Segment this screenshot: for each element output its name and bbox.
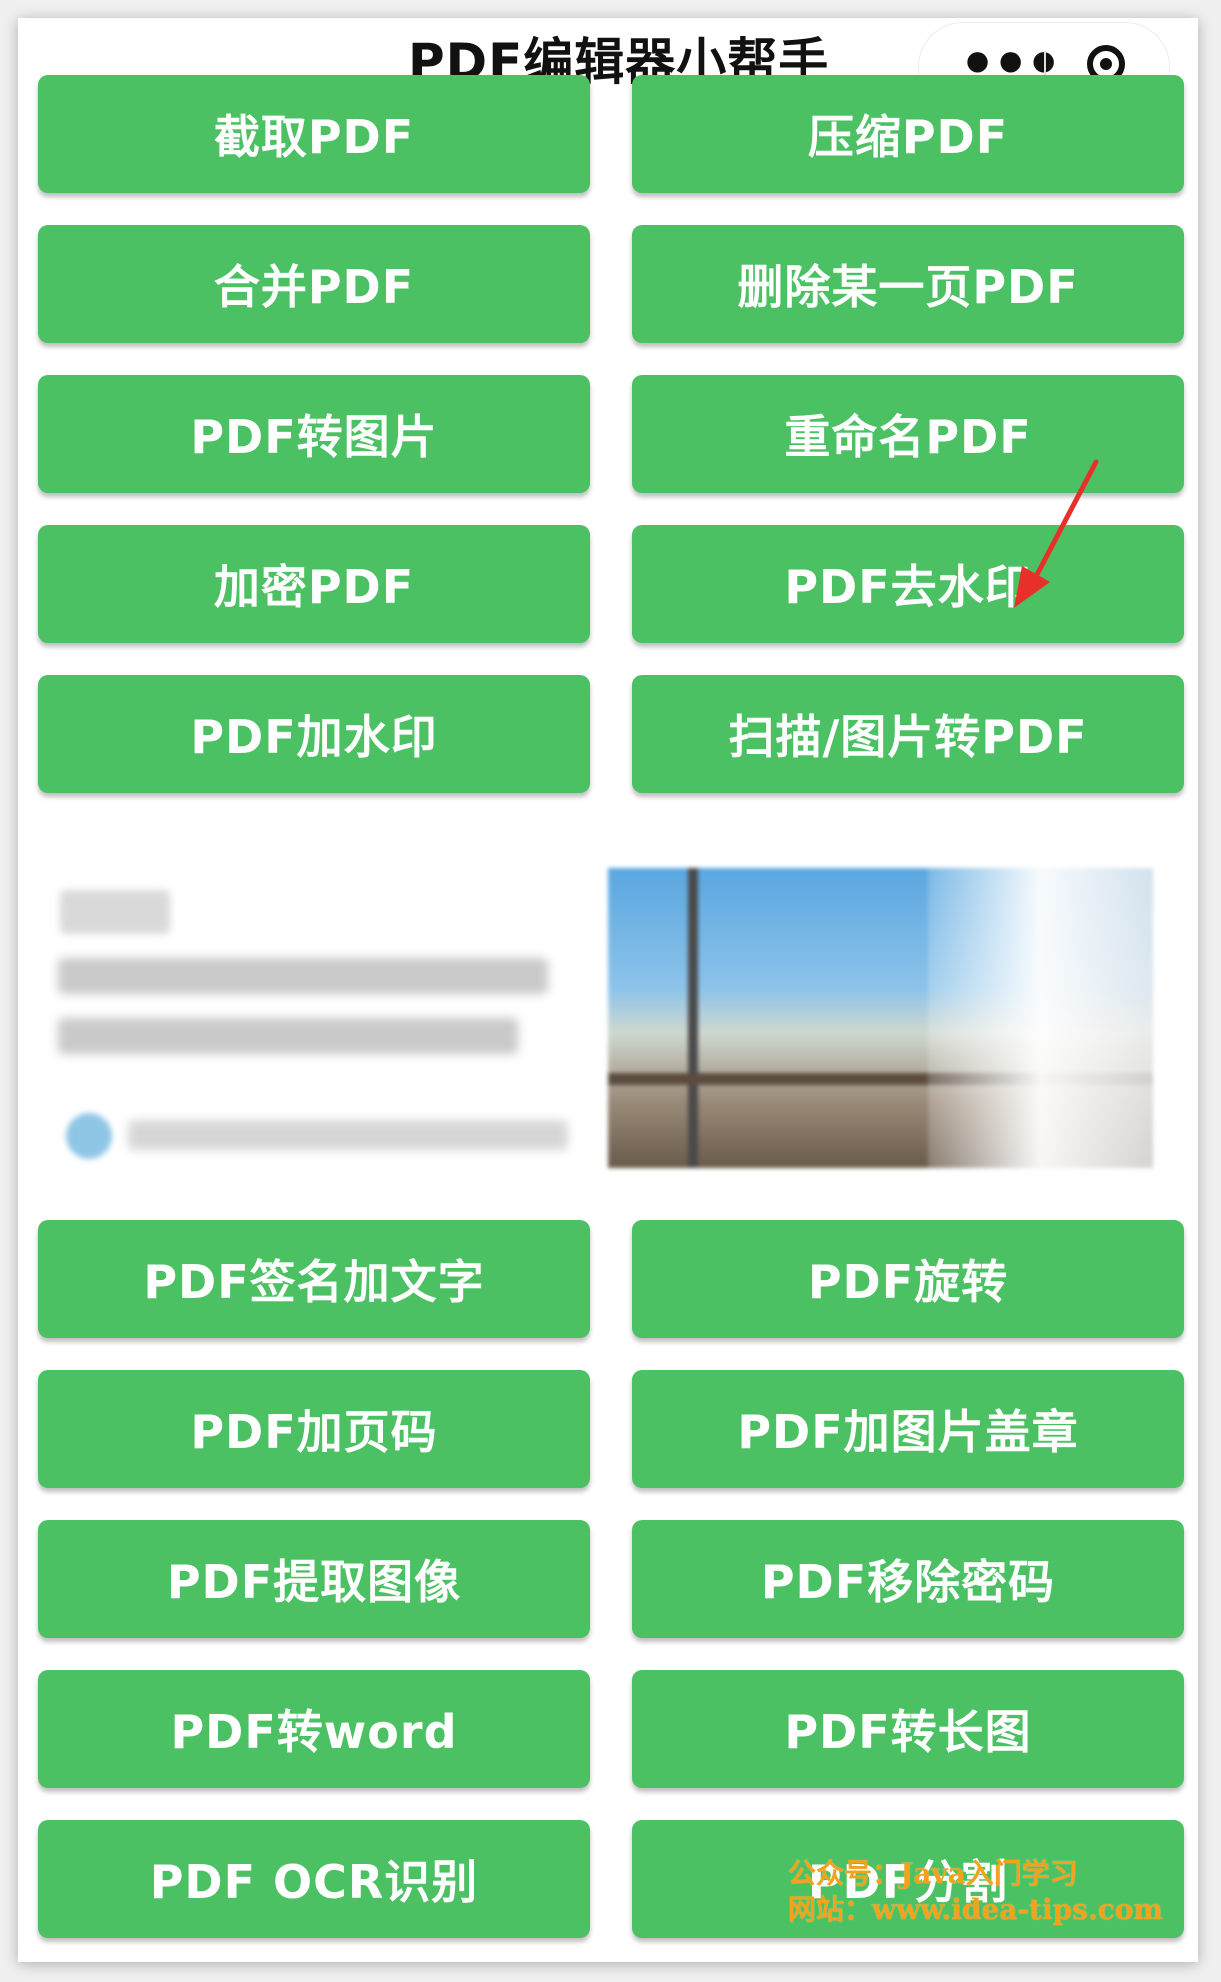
ad-avatar: [66, 1113, 112, 1159]
rotate-pdf-button[interactable]: PDF旋转: [632, 1220, 1184, 1338]
ad-text-line: [58, 958, 548, 994]
ad-image: [608, 868, 1153, 1168]
image-watermark: 公众号：Java入门学习 网站：www.idea-tips.com: [788, 1856, 1163, 1928]
red-arrow-annotation: [1014, 459, 1099, 608]
sign-text-pdf-button[interactable]: PDF签名加文字: [38, 1220, 590, 1338]
ad-text-line: [58, 1018, 518, 1054]
curtain: [928, 868, 1153, 1168]
arrow-head: [1014, 566, 1050, 608]
extract-images-button[interactable]: PDF提取图像: [38, 1520, 590, 1638]
pdf-to-word-button[interactable]: PDF转word: [38, 1670, 590, 1788]
add-stamp-button[interactable]: PDF加图片盖章: [632, 1370, 1184, 1488]
scan-to-pdf-button[interactable]: 扫描/图片转PDF: [632, 675, 1184, 793]
arrow-shaft: [1027, 459, 1099, 591]
remove-password-button[interactable]: PDF移除密码: [632, 1520, 1184, 1638]
ad-source-line: [128, 1120, 568, 1150]
delete-page-pdf-button[interactable]: 删除某一页PDF: [632, 225, 1184, 343]
phone-screen: PDF编辑器小帮手 ••• 截取PDF 压缩PDF 合并PDF 删除某一页PDF…: [18, 18, 1198, 1962]
crop-pdf-button[interactable]: 截取PDF: [38, 75, 590, 193]
window-frame: [688, 868, 698, 1168]
watermark-line: 公众号：Java入门学习: [788, 1857, 1078, 1890]
watermark-line: 网站：www.idea-tips.com: [788, 1893, 1164, 1926]
compress-pdf-button[interactable]: 压缩PDF: [632, 75, 1184, 193]
encrypt-pdf-button[interactable]: 加密PDF: [38, 525, 590, 643]
merge-pdf-button[interactable]: 合并PDF: [38, 225, 590, 343]
advertisement-banner[interactable]: [48, 858, 1168, 1168]
ad-tag: [60, 890, 170, 934]
pdf-to-long-image-button[interactable]: PDF转长图: [632, 1670, 1184, 1788]
add-watermark-button[interactable]: PDF加水印: [38, 675, 590, 793]
add-page-number-button[interactable]: PDF加页码: [38, 1370, 590, 1488]
pdf-ocr-button[interactable]: PDF OCR识别: [38, 1820, 590, 1938]
pdf-to-image-button[interactable]: PDF转图片: [38, 375, 590, 493]
